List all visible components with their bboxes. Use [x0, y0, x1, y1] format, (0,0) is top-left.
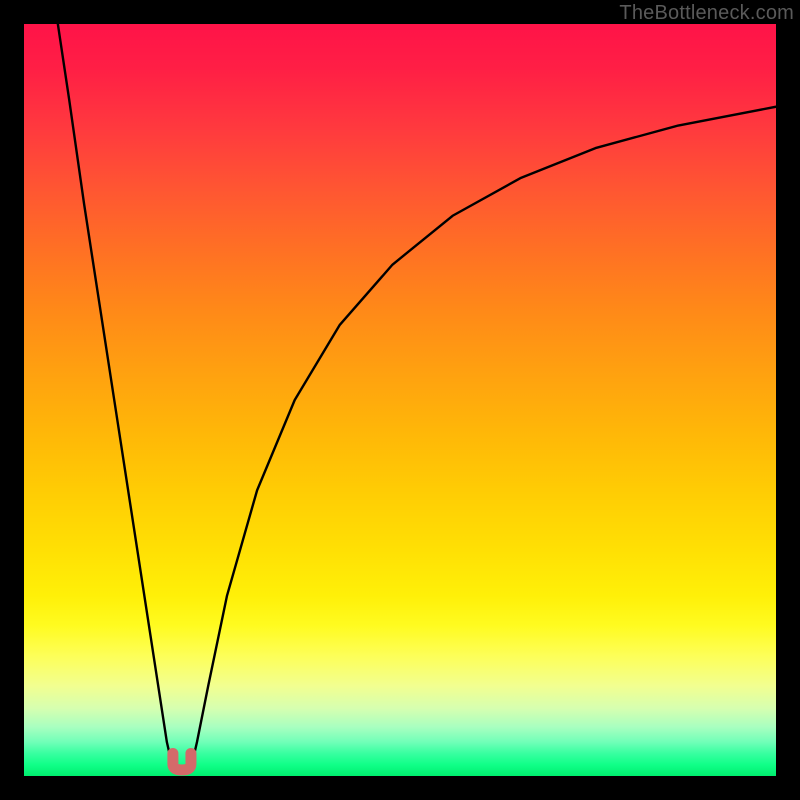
curve-right-branch: [191, 107, 776, 769]
curve-left-branch: [58, 24, 173, 768]
chart-plot-area: [24, 24, 776, 776]
bottleneck-curve: [24, 24, 776, 776]
watermark-text: TheBottleneck.com: [619, 2, 794, 25]
optimum-marker: [173, 753, 191, 770]
